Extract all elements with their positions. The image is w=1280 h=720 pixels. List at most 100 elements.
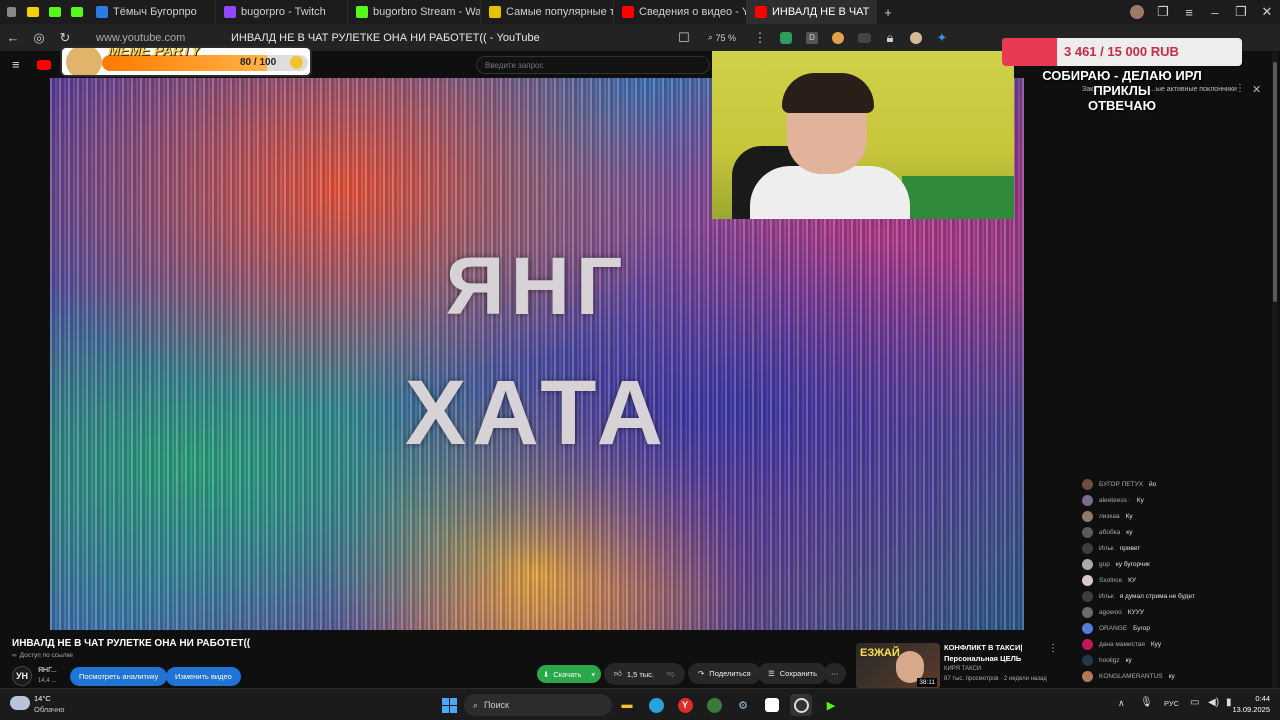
clock-time[interactable]: 0:44 (1240, 694, 1270, 703)
pinned-tab-kick-2[interactable] (66, 0, 88, 24)
extension-face-icon[interactable] (825, 25, 851, 51)
extension-shield-icon[interactable] (773, 25, 799, 51)
hamburger-icon[interactable]: ≡ (12, 57, 20, 72)
chat-author[interactable]: дана мамистая (1099, 641, 1145, 648)
analytics-button[interactable]: Посмотреть аналитику (70, 667, 168, 686)
chat-author[interactable]: agowoo (1099, 609, 1122, 616)
tab-2[interactable]: bugorbro Stream - Watch (348, 0, 481, 24)
telegram-icon[interactable] (645, 694, 667, 716)
clock-date[interactable]: 13.09.2025 (1228, 705, 1270, 714)
chat-author[interactable]: hooligz (1099, 657, 1120, 664)
recommended-title-1[interactable]: КОНФЛИКТ В ТАКСИ| (944, 643, 1022, 652)
thumbs-down-icon[interactable]: 👎︎ (667, 669, 675, 679)
youtube-logo-icon[interactable] (37, 60, 51, 70)
yandex-browser-icon[interactable]: Y (674, 694, 696, 716)
start-icon[interactable] (438, 694, 460, 716)
chat-more-icon[interactable]: ⋮ (1235, 83, 1245, 94)
chat-avatar[interactable] (1082, 494, 1093, 506)
extension-lock-icon[interactable]: 🔒︎ (877, 25, 903, 51)
chat-avatar[interactable] (1082, 478, 1093, 490)
chat-avatar[interactable] (1082, 622, 1093, 634)
chat-author[interactable]: БУГОР ПЕТУХ (1099, 481, 1143, 488)
extension-d-icon[interactable]: D (799, 25, 825, 51)
recommended-more-icon[interactable]: ⋮ (1048, 643, 1058, 654)
recommended-channel[interactable]: КИРЯ ТАКСИ (944, 666, 981, 672)
chat-author[interactable]: Sxolnce (1099, 577, 1122, 584)
chat-author[interactable]: KONGLAMERANTUS (1099, 673, 1163, 680)
monitor-icon[interactable]: ▭ (1190, 697, 1199, 708)
chat-avatar[interactable] (1082, 606, 1093, 618)
minimize-icon[interactable]: – (1202, 0, 1228, 25)
url-text[interactable]: www.youtube.com (96, 32, 231, 44)
chat-avatar[interactable] (1082, 590, 1093, 602)
tray-chevron-icon[interactable]: ∧ (1118, 698, 1125, 709)
chat-author[interactable]: Ильк (1099, 593, 1114, 600)
steam-icon[interactable]: ⚙ (732, 694, 754, 716)
menu-icon[interactable]: ≡ (1176, 0, 1202, 25)
pinned-tab-files[interactable] (0, 0, 22, 24)
recommended-title-2[interactable]: Персональная ЦЕЛЬ (944, 654, 1021, 663)
chat-author[interactable]: Ильк (1099, 545, 1114, 552)
search-input[interactable]: Введите запрос (476, 56, 710, 74)
page-scrollbar[interactable] (1272, 52, 1278, 688)
chat-author[interactable]: aleeteess · (1099, 497, 1131, 504)
zoom-indicator[interactable]: ⌕ 75 % (697, 25, 747, 51)
tab-4[interactable]: Сведения о видео - YouT (614, 0, 747, 24)
weather-cloud-icon[interactable] (10, 696, 30, 710)
capcut-icon[interactable] (761, 694, 783, 716)
gamepad-icon[interactable] (703, 694, 725, 716)
edit-video-button[interactable]: Изменить видео (166, 667, 241, 686)
new-tab-icon[interactable]: + (877, 0, 899, 25)
recommended-thumbnail[interactable]: ЕЗЖАЙ 38:11 (856, 643, 940, 689)
pinned-tab-kick-1[interactable] (44, 0, 66, 24)
chat-message: agowoo КУУУ (1082, 604, 1267, 620)
more-icon[interactable]: ⋮ (747, 25, 773, 51)
like-button[interactable]: 👍︎ 1,5 тыс. 👎︎ (604, 663, 685, 685)
tab-3[interactable]: Самые популярные трек (481, 0, 614, 24)
taskbar-search[interactable]: ⌕ Поиск (464, 694, 612, 716)
microphone-icon[interactable]: 🎙︎ (1140, 697, 1153, 708)
volume-icon[interactable]: ◀) (1208, 697, 1219, 708)
share-button[interactable]: ↷ Поделиться (688, 663, 761, 684)
tab-1[interactable]: bugorpro - Twitch (216, 0, 348, 24)
download-button[interactable]: ⬇ Скачать ▾ (537, 665, 602, 683)
channel-avatar[interactable]: УН (12, 666, 32, 686)
chat-avatar[interactable] (1082, 542, 1093, 554)
tab-0[interactable]: Тёмыч Бугорпро (88, 0, 216, 24)
more-actions-icon[interactable]: ··· (824, 663, 846, 684)
chat-author[interactable]: ORANGE (1099, 625, 1127, 632)
save-button[interactable]: ☰ Сохранить (758, 663, 828, 684)
pinned-tab-play[interactable] (22, 0, 44, 24)
chat-avatar[interactable] (1082, 526, 1093, 538)
chat-author[interactable]: лизкаa (1099, 513, 1120, 520)
chat-close-icon[interactable]: ✕ (1252, 83, 1261, 96)
extension-avatar-icon[interactable] (903, 25, 929, 51)
scrollbar-thumb[interactable] (1273, 62, 1277, 302)
extension-arrow-icon[interactable]: ✦ (929, 25, 955, 51)
chat-author[interactable]: абобка (1099, 529, 1120, 536)
chevron-down-icon[interactable]: ▾ (591, 670, 595, 679)
tab-5-active[interactable]: ИНВАЛД НЕ В ЧАТ◀)✕ (747, 0, 877, 24)
chat-avatar[interactable] (1082, 574, 1093, 586)
chat-avatar[interactable] (1082, 638, 1093, 650)
obs-icon[interactable] (790, 694, 812, 716)
channel-name[interactable]: ЯНГ... (38, 667, 57, 674)
kick-app-icon[interactable]: ▶ (820, 694, 842, 716)
close-window-icon[interactable]: ✕ (1254, 0, 1280, 25)
chat-avatar[interactable] (1082, 654, 1093, 666)
chat-text: Ку (1136, 496, 1144, 504)
file-explorer-icon[interactable]: ▬ (616, 694, 638, 716)
restore-icon[interactable]: ❐ (1228, 0, 1254, 25)
avatar-icon[interactable] (1124, 0, 1150, 25)
chat-avatar[interactable] (1082, 558, 1093, 570)
chat-avatar[interactable] (1082, 510, 1093, 522)
back-icon[interactable]: ← (0, 25, 26, 51)
person-hair (782, 73, 874, 113)
chat-avatar[interactable] (1082, 670, 1093, 682)
shield-icon[interactable]: ◎ (26, 25, 52, 51)
collections-icon[interactable]: ❐ (1150, 0, 1176, 25)
extension-game-icon[interactable] (851, 25, 877, 51)
chat-author[interactable]: gup (1099, 561, 1110, 568)
language-indicator[interactable]: РУС (1164, 699, 1179, 708)
bookmark-icon[interactable]: ☐ (671, 25, 697, 51)
